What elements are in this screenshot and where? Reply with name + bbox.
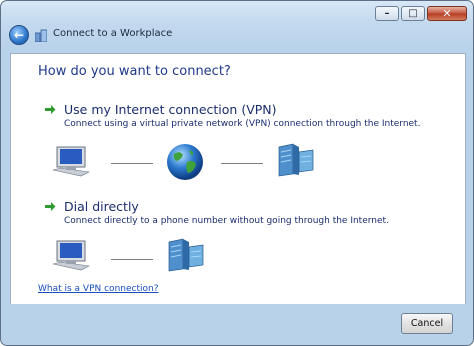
server-icon	[168, 238, 204, 272]
cancel-button[interactable]: Cancel	[401, 313, 453, 334]
minimize-button[interactable]: –	[375, 6, 399, 21]
window-controls: – □ ✕	[373, 6, 467, 21]
wizard-content: How do you want to connect? Use my Inter…	[10, 53, 466, 304]
page-heading: How do you want to connect?	[38, 64, 231, 79]
option-dial-title: Dial directly	[64, 199, 139, 214]
computer-icon	[52, 146, 90, 177]
option-vpn-description: Connect using a virtual private network …	[64, 119, 421, 129]
server-icon	[278, 143, 314, 177]
connection-line	[111, 259, 153, 260]
option-dial-description: Connect directly to a phone number witho…	[64, 216, 389, 226]
close-icon: ✕	[442, 7, 452, 20]
green-arrow-icon	[45, 105, 56, 114]
globe-icon	[167, 144, 203, 180]
maximize-icon: □	[408, 8, 418, 19]
option-vpn-title: Use my Internet connection (VPN)	[64, 102, 277, 117]
connection-line	[221, 163, 263, 164]
computer-icon	[52, 240, 90, 271]
network-app-icon	[35, 29, 47, 42]
close-button[interactable]: ✕	[427, 6, 467, 21]
back-button[interactable]: ←	[9, 25, 29, 45]
dialog-footer: Cancel	[1, 303, 473, 345]
window-title: Connect to a Workplace	[53, 28, 173, 39]
dialog-window: – □ ✕ ← Connect to a Workplace How do yo…	[0, 0, 474, 346]
green-arrow-icon	[45, 202, 56, 211]
minimize-icon: –	[384, 8, 390, 19]
connection-line	[111, 163, 153, 164]
vpn-help-link[interactable]: What is a VPN connection?	[38, 284, 158, 294]
maximize-button[interactable]: □	[401, 6, 425, 21]
back-arrow-icon: ←	[13, 28, 25, 42]
nav-bar: ← Connect to a Workplace	[1, 23, 473, 49]
